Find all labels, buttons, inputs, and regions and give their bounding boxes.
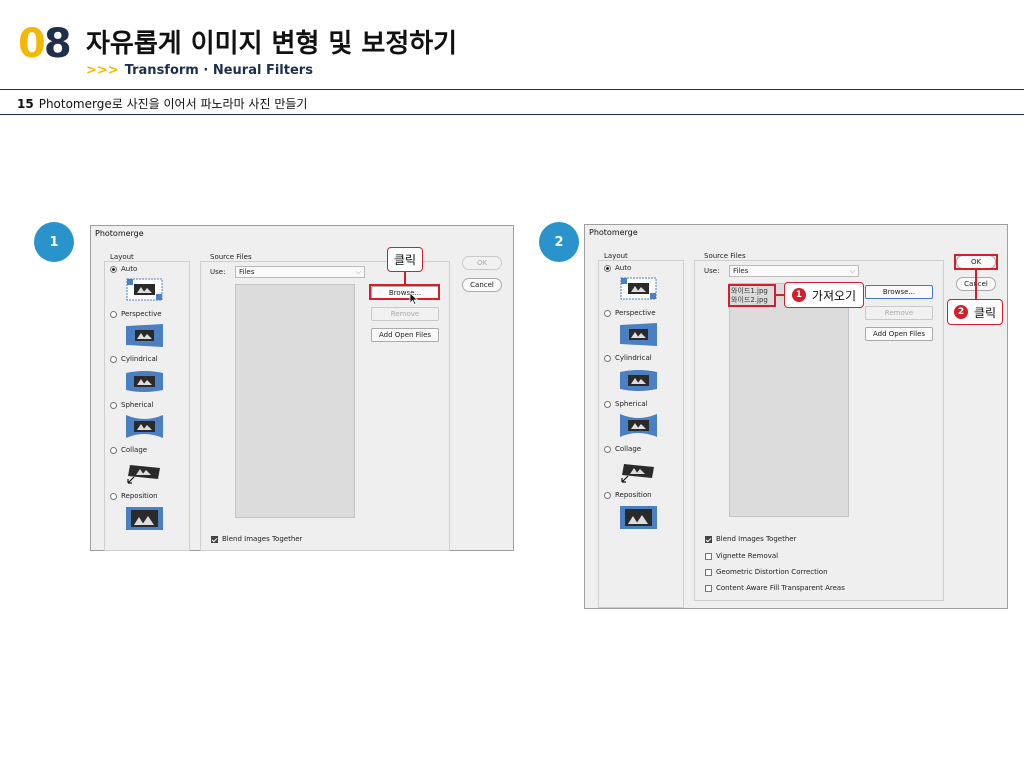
- auto-layout-icon: [126, 278, 163, 301]
- layout-option-perspective[interactable]: Perspective: [110, 310, 162, 318]
- ok-button[interactable]: OK: [462, 256, 502, 270]
- cancel-button[interactable]: Cancel: [462, 278, 502, 292]
- section-heading: 15 Photomerge로 사진을 이어서 파노라마 사진 만들기: [17, 95, 307, 112]
- source-files-label: Source Files: [702, 252, 748, 260]
- reposition-layout-icon: [620, 506, 657, 529]
- browse-highlight: [369, 284, 440, 300]
- layout-option-cylindrical[interactable]: Cylindrical: [604, 354, 652, 362]
- add-open-files-button[interactable]: Add Open Files: [371, 328, 439, 342]
- ok-highlight: [954, 254, 998, 270]
- step-badge-2: 2: [539, 222, 579, 262]
- auto-layout-icon: [620, 277, 657, 300]
- chevron-down-icon: ⌵: [355, 268, 361, 276]
- dialog-title: Photomerge: [95, 229, 144, 238]
- blend-images-checkbox[interactable]: [211, 535, 218, 543]
- vignette-removal-checkbox[interactable]: [705, 552, 712, 560]
- geometric-distortion-option[interactable]: Geometric Distortion Correction: [705, 568, 828, 576]
- use-select[interactable]: Files ⌵: [235, 266, 365, 278]
- radio-perspective[interactable]: [604, 309, 611, 317]
- layout-option-reposition[interactable]: Reposition: [110, 492, 158, 500]
- radio-reposition[interactable]: [110, 492, 117, 500]
- step-number-1: 1: [791, 288, 806, 302]
- subtitle-text: Transform · Neural Filters: [124, 63, 313, 78]
- use-label: Use:: [210, 268, 226, 276]
- use-label: Use:: [704, 267, 720, 275]
- radio-spherical[interactable]: [110, 401, 117, 409]
- layout-option-collage[interactable]: Collage: [604, 445, 641, 453]
- step-number-2: 2: [953, 305, 968, 319]
- click-callout: 클릭: [387, 247, 423, 272]
- layout-option-auto[interactable]: Auto: [604, 264, 631, 272]
- mouse-cursor-icon: [409, 292, 419, 305]
- files-highlight: [728, 284, 776, 307]
- layout-option-spherical[interactable]: Spherical: [604, 400, 648, 408]
- radio-spherical[interactable]: [604, 400, 611, 408]
- browse-button[interactable]: Browse...: [865, 285, 933, 299]
- remove-button[interactable]: Remove: [371, 307, 439, 321]
- layout-option-collage[interactable]: Collage: [110, 446, 147, 454]
- radio-auto[interactable]: [110, 265, 117, 273]
- spherical-layout-icon: [620, 414, 657, 437]
- source-files-label: Source Files: [208, 253, 254, 261]
- geometric-distortion-checkbox[interactable]: [705, 568, 712, 576]
- source-files-list[interactable]: [729, 283, 849, 517]
- radio-reposition[interactable]: [604, 491, 611, 499]
- subtitle-arrows: >>>: [86, 63, 119, 78]
- cylindrical-layout-icon: [620, 370, 657, 391]
- use-select[interactable]: Files ⌵: [729, 265, 859, 277]
- callout-connector: [776, 294, 784, 296]
- chapter-subtitle: >>> Transform · Neural Filters: [86, 63, 313, 78]
- perspective-layout-icon: [620, 323, 657, 346]
- layout-option-auto[interactable]: Auto: [110, 265, 137, 273]
- radio-collage[interactable]: [604, 445, 611, 453]
- radio-auto[interactable]: [604, 264, 611, 272]
- section-title: Photomerge로 사진을 이어서 파노라마 사진 만들기: [38, 97, 308, 111]
- collage-layout-icon: [621, 464, 654, 483]
- callout-connector: [975, 270, 977, 299]
- chapter-number: 08: [18, 21, 72, 67]
- spherical-layout-icon: [126, 415, 163, 438]
- callout-connector: [404, 272, 406, 284]
- layout-label: Layout: [108, 253, 136, 261]
- radio-perspective[interactable]: [110, 310, 117, 318]
- blend-images-option[interactable]: Blend Images Together: [705, 535, 796, 543]
- add-open-files-button[interactable]: Add Open Files: [865, 327, 933, 341]
- layout-option-perspective[interactable]: Perspective: [604, 309, 656, 317]
- chevron-down-icon: ⌵: [849, 267, 855, 275]
- section-number: 15: [17, 97, 34, 111]
- chapter-title: 자유롭게 이미지 변형 및 보정하기: [86, 29, 458, 59]
- perspective-layout-icon: [126, 324, 163, 347]
- step-badge-1: 1: [34, 222, 74, 262]
- cylindrical-layout-icon: [126, 371, 163, 392]
- radio-cylindrical[interactable]: [604, 354, 611, 362]
- photomerge-dialog-step1: Photomerge Layout Auto Perspective Cylin…: [90, 225, 514, 551]
- blend-images-checkbox[interactable]: [705, 535, 712, 543]
- layout-option-spherical[interactable]: Spherical: [110, 401, 154, 409]
- layout-label: Layout: [602, 252, 630, 260]
- content-aware-fill-option[interactable]: Content Aware Fill Transparent Areas: [705, 584, 845, 592]
- click-callout: 2 클릭: [947, 299, 1003, 325]
- layout-option-reposition[interactable]: Reposition: [604, 491, 652, 499]
- section-bar: 15 Photomerge로 사진을 이어서 파노라마 사진 만들기: [0, 89, 1024, 115]
- remove-button[interactable]: Remove: [865, 306, 933, 320]
- blend-images-option[interactable]: Blend Images Together: [211, 535, 302, 543]
- dialog-title: Photomerge: [589, 228, 638, 237]
- import-callout: 1 가져오기: [784, 282, 864, 308]
- vignette-removal-option[interactable]: Vignette Removal: [705, 552, 778, 560]
- source-files-list[interactable]: [235, 284, 355, 518]
- collage-layout-icon: [127, 465, 160, 484]
- radio-cylindrical[interactable]: [110, 355, 117, 363]
- layout-option-cylindrical[interactable]: Cylindrical: [110, 355, 158, 363]
- radio-collage[interactable]: [110, 446, 117, 454]
- content-aware-fill-checkbox[interactable]: [705, 584, 712, 592]
- reposition-layout-icon: [126, 507, 163, 530]
